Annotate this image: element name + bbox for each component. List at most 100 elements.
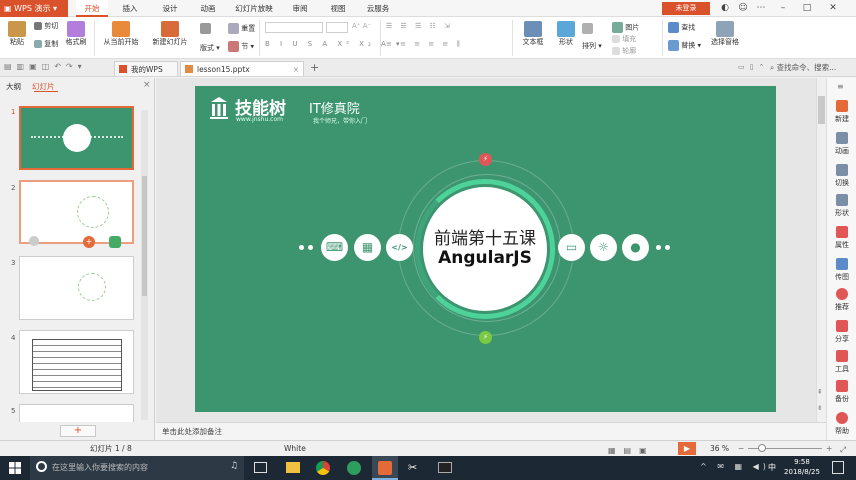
wps-app-menu-button[interactable]: ▣ WPS 演示 ▾ <box>0 0 68 17</box>
tab-animation[interactable]: 动画 <box>192 0 224 17</box>
pane-share[interactable]: 分享 <box>827 320 856 344</box>
paste-button[interactable]: 粘贴 <box>6 21 28 47</box>
prev-slide-icon[interactable]: ⇞ <box>817 388 823 396</box>
app-scissors-icon[interactable]: ✂ <box>408 461 417 474</box>
tab-review[interactable]: 审阅 <box>284 0 316 17</box>
quick-access-toolbar[interactable]: ▤▥▣◫↶↷▾ <box>4 62 87 71</box>
panel-close-icon[interactable]: × <box>143 80 151 90</box>
pane-new[interactable]: 新建 <box>827 100 856 124</box>
command-search-input[interactable]: ⌕ 查找命令、搜索... <box>770 62 854 73</box>
app-green-icon[interactable] <box>347 461 361 475</box>
clock[interactable]: 9:58 2018/8/25 <box>780 457 824 477</box>
more-icon[interactable]: ⋯ <box>754 1 768 15</box>
terminal-icon[interactable] <box>438 462 452 473</box>
file-explorer-icon[interactable] <box>286 462 300 473</box>
arrange-top-icon[interactable] <box>582 23 593 34</box>
arrange-button[interactable]: 排列 ▾ <box>582 41 602 51</box>
pane-recommend[interactable]: 推荐 <box>827 288 856 312</box>
tab-insert[interactable]: 插入 <box>114 0 146 17</box>
pane-property[interactable]: 属性 <box>827 226 856 250</box>
task-view-icon[interactable] <box>254 462 267 473</box>
new-tab-icon[interactable]: + <box>310 61 319 74</box>
font-size-combo[interactable] <box>326 22 348 33</box>
fill-button[interactable]: 填充 <box>612 34 636 44</box>
format-painter-button[interactable]: 格式刷 <box>64 21 88 47</box>
text-box-button[interactable]: 文本框 <box>518 21 548 47</box>
pane-backup[interactable]: 备份 <box>827 380 856 404</box>
copy-button[interactable]: 复制 <box>34 39 58 49</box>
pane-collapse-icon[interactable]: ≡ <box>837 82 844 91</box>
canvas-scrollbar-thumb[interactable] <box>818 96 825 124</box>
chrome-icon[interactable] <box>316 461 330 475</box>
fit-window-icon[interactable]: ⤢ <box>840 442 846 457</box>
slide-thumbnail-4[interactable] <box>19 330 134 394</box>
close-icon[interactable]: ✕ <box>826 1 840 15</box>
feedback-icon[interactable]: ☺ <box>736 1 750 15</box>
system-tray-icons[interactable]: ^ ✉ ▦ ◀) <box>700 462 770 471</box>
notes-field[interactable]: 单击此处添加备注 <box>156 422 826 440</box>
ime-indicator[interactable]: 中 <box>768 462 776 473</box>
tab-slideshow[interactable]: 幻灯片放映 <box>230 0 278 17</box>
zoom-slider-thumb[interactable] <box>758 444 766 452</box>
view-mode-icons[interactable]: ▭▯⌃ <box>738 63 769 71</box>
find-button[interactable]: 查找 <box>668 22 695 33</box>
tab-home[interactable]: 开始 <box>76 0 108 17</box>
pane-upload-image[interactable]: 传图 <box>827 258 856 282</box>
notification-icon[interactable] <box>832 461 844 474</box>
login-button[interactable]: 未登录 <box>662 2 710 15</box>
pane-transition[interactable]: 切换 <box>827 164 856 188</box>
font-name-combo[interactable] <box>265 22 323 33</box>
tab-cloud[interactable]: 云服务 <box>360 0 396 17</box>
pane-help[interactable]: 帮助 <box>827 412 856 436</box>
taskbar-search-box[interactable]: 在这里输入你要搜索的内容 ♫ <box>30 456 244 480</box>
tab-outline[interactable]: 大纲 <box>6 81 21 92</box>
slide-thumbnail-5[interactable] <box>19 404 134 422</box>
wps-presentation-taskbar-item[interactable] <box>372 456 398 480</box>
layout-button[interactable] <box>200 23 211 34</box>
play-slide-icon[interactable] <box>29 236 39 246</box>
panel-scrollbar-thumb[interactable] <box>142 176 147 296</box>
replace-button[interactable]: 替换 ▾ <box>668 40 701 51</box>
paragraph-align-icons[interactable]: ≡ ≡ ≡ ≡ ≡ ⫼ <box>386 40 463 49</box>
tab-design[interactable]: 设计 <box>154 0 186 17</box>
zoom-in-icon[interactable]: + <box>826 441 832 456</box>
slideshow-play-icon[interactable]: ▶ <box>678 442 696 455</box>
panel-scrollbar[interactable] <box>141 110 148 420</box>
play-from-current-button[interactable]: 从当前开始 <box>100 21 142 47</box>
pane-shape[interactable]: 形状 <box>827 194 856 218</box>
outline-button[interactable]: 轮廓 <box>612 46 636 56</box>
skin-icon[interactable]: ◐ <box>718 1 732 15</box>
ribbon-divider <box>380 20 381 56</box>
tab-view[interactable]: 视图 <box>322 0 354 17</box>
slide-thumbnail-2[interactable]: + <box>19 180 134 248</box>
font-grow-icon[interactable]: A⁺ A⁻ <box>352 22 371 30</box>
add-slide-button[interactable]: + <box>60 425 96 437</box>
next-slide-icon[interactable]: ⇟ <box>817 404 823 412</box>
select-pane-button[interactable]: 选择窗格 <box>706 21 744 47</box>
cut-button[interactable]: 剪切 <box>34 21 58 31</box>
minimize-icon[interactable]: – <box>776 1 790 15</box>
shape-button[interactable]: 形状 <box>554 21 578 47</box>
doc-tab-my-wps[interactable]: 我的WPS <box>114 61 178 76</box>
section-button[interactable]: 节 ▾ <box>228 41 254 52</box>
reset-button[interactable]: 重置 <box>228 23 255 34</box>
slide-thumbnail-1[interactable] <box>19 106 134 170</box>
slide-options-icon[interactable] <box>109 236 121 248</box>
maximize-icon[interactable]: □ <box>800 1 814 15</box>
picture-button[interactable]: 图片 <box>612 22 639 33</box>
layout-label-button[interactable]: 版式 ▾ <box>200 43 220 53</box>
add-slide-icon[interactable]: + <box>83 236 95 248</box>
tab-close-icon[interactable]: × <box>293 62 299 77</box>
pane-animation[interactable]: 动画 <box>827 132 856 156</box>
slide-canvas[interactable]: 技能树 www.jnshu.com IT修真院 我个师兄，带你入门 前端第十五课… <box>195 86 776 412</box>
zoom-out-icon[interactable]: − <box>738 441 744 456</box>
windows-start-icon[interactable] <box>9 462 21 474</box>
zoom-slider[interactable] <box>748 444 822 452</box>
font-style-buttons[interactable]: B I U S A X² X₂ A ▾ <box>265 40 404 48</box>
canvas-scrollbar[interactable]: ⇞ ⇟ <box>816 78 826 422</box>
doc-tab-lesson15[interactable]: lesson15.pptx × <box>180 61 304 76</box>
slide-thumbnail-3[interactable] <box>19 256 134 320</box>
paragraph-list-icons[interactable]: ☰ ☰ ☰ ☷ ⇲ <box>386 22 453 30</box>
new-slide-button[interactable]: 新建幻灯片 <box>148 21 192 47</box>
pane-tools[interactable]: 工具 <box>827 350 856 374</box>
